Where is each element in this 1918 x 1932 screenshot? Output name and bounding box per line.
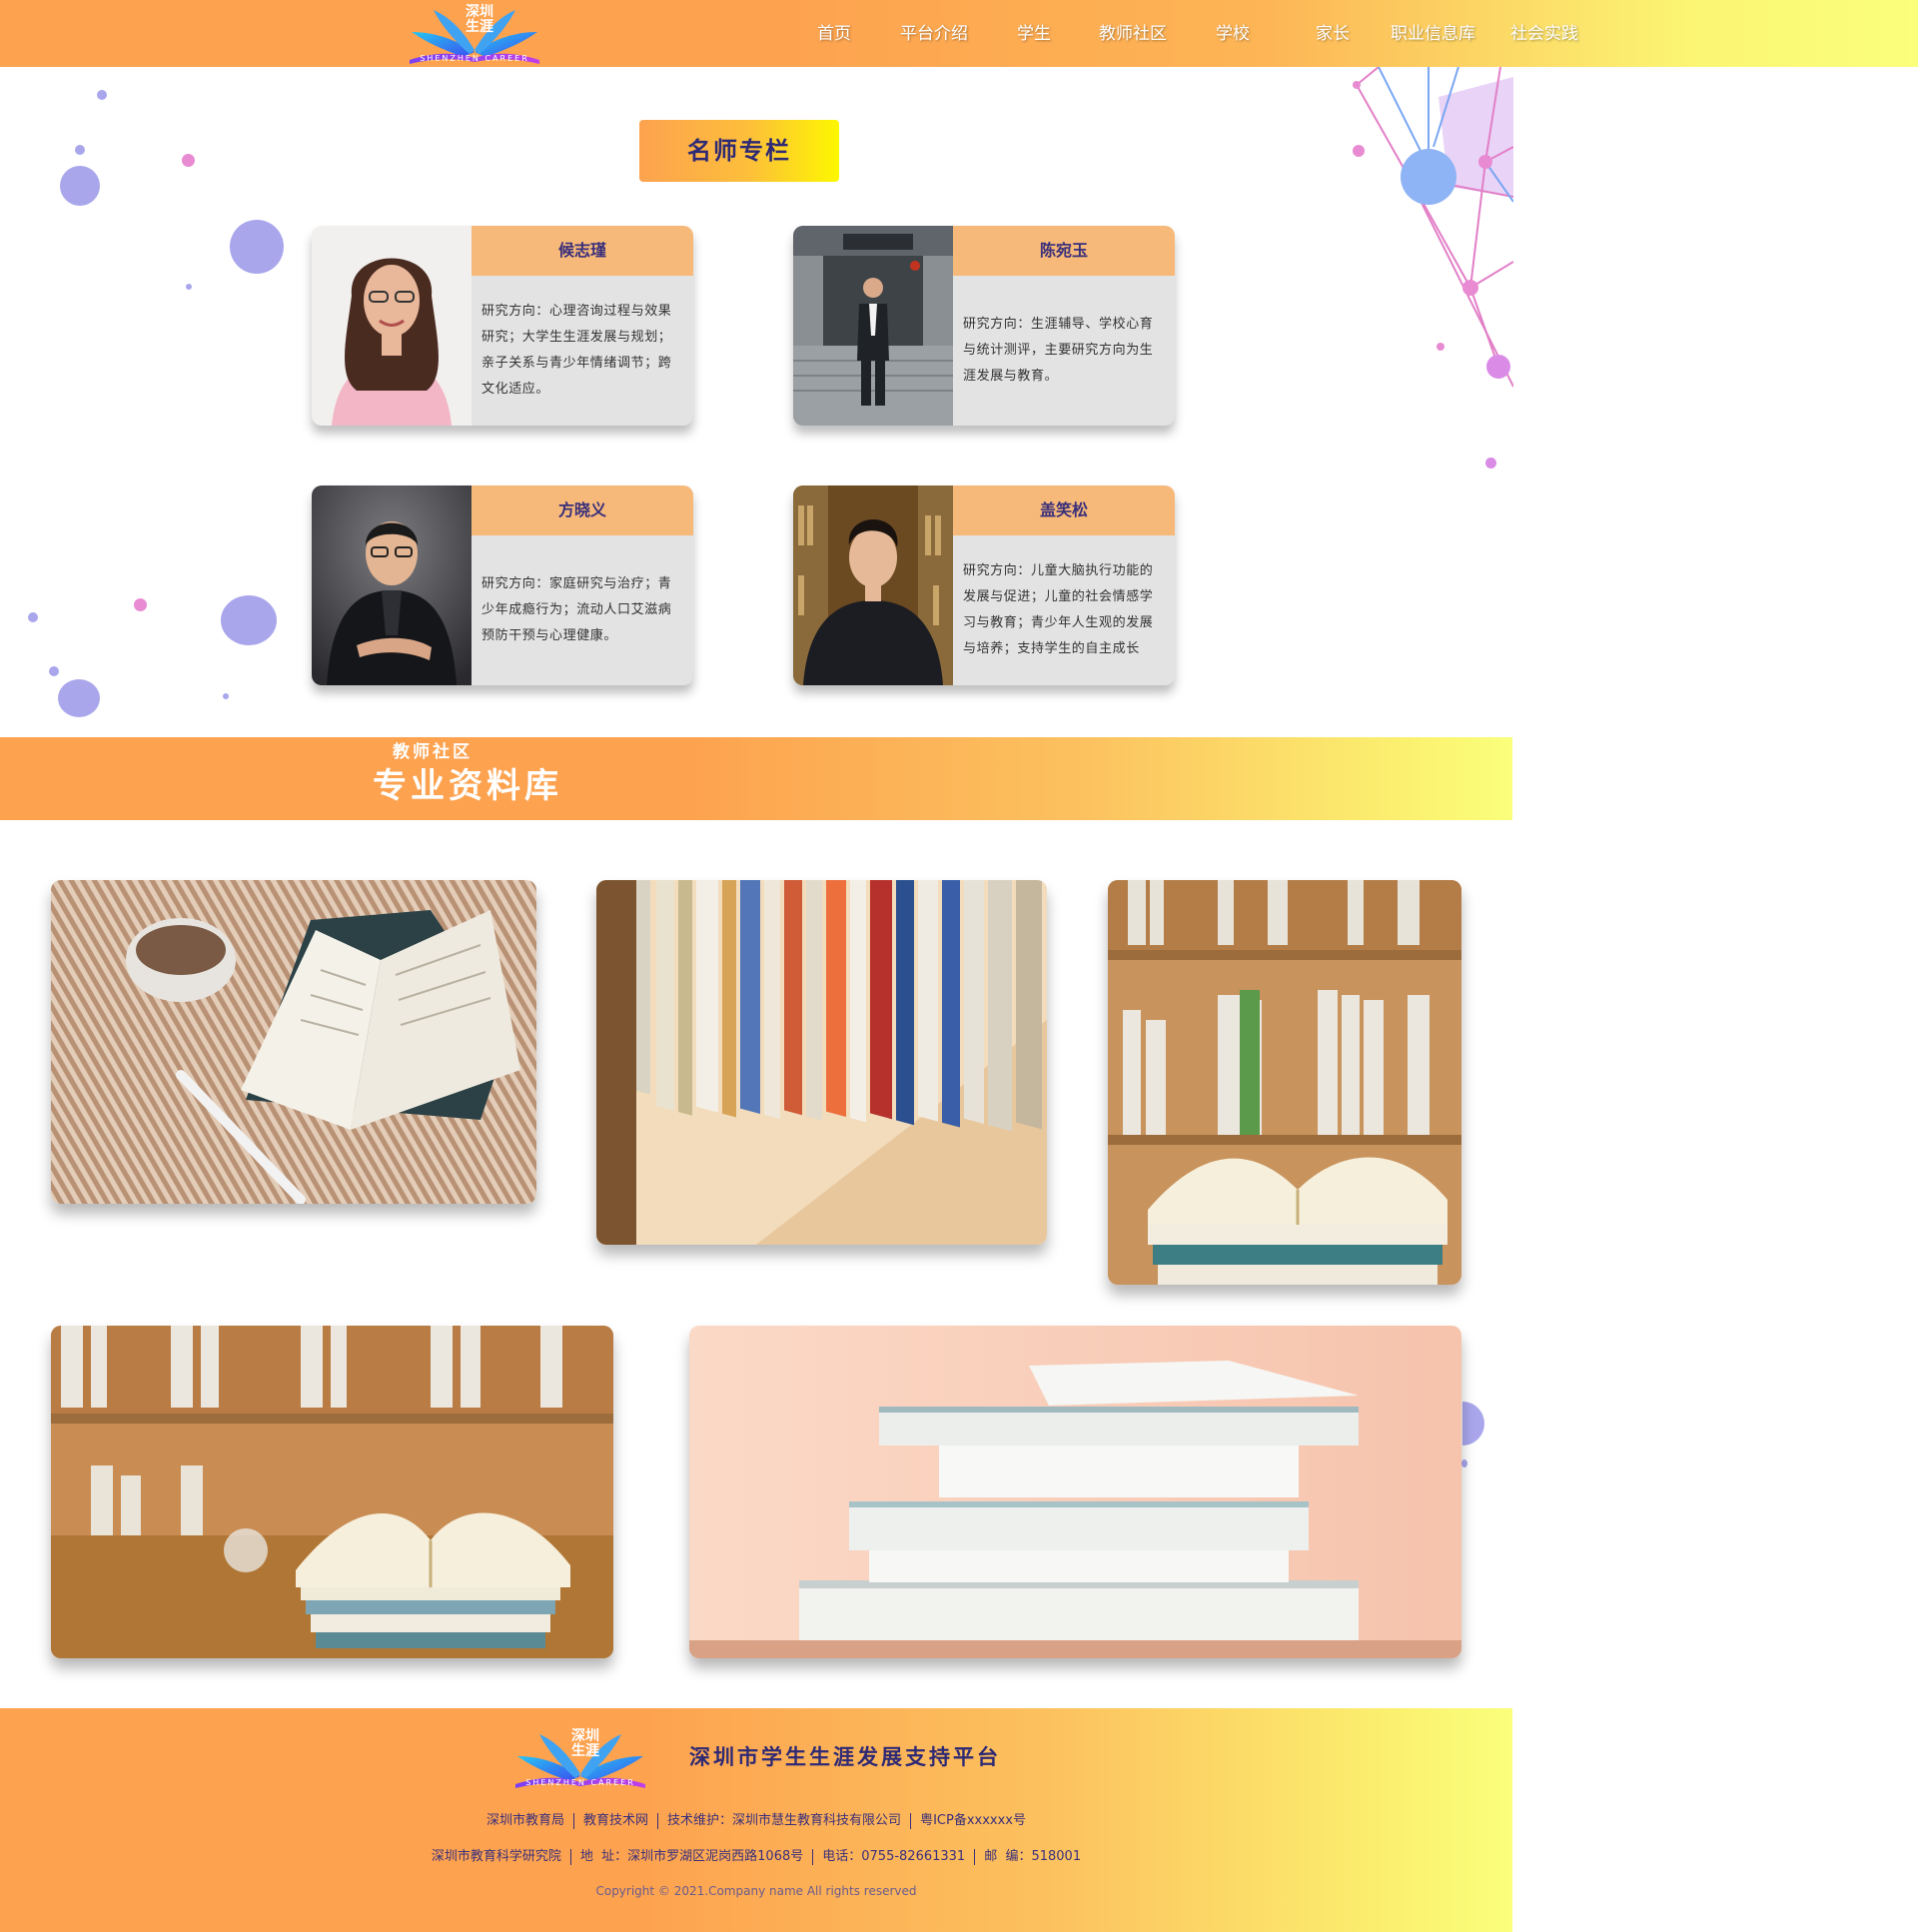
decor-bubble <box>223 693 229 699</box>
teacher-desc: 研究方向：家庭研究与治疗；青少年成瘾行为；流动人口艾滋病预防干预与心理健康。 <box>472 535 693 685</box>
footer-logo[interactable]: 深圳 生涯 SHENZHEN CAREER <box>509 1726 651 1790</box>
teacher-photo <box>793 226 953 426</box>
footer-separator <box>910 1812 912 1829</box>
decor-bubble <box>58 679 100 717</box>
decor-bubble <box>1461 1459 1467 1467</box>
library-photo[interactable] <box>51 880 536 1204</box>
decor-bubble <box>49 666 59 676</box>
teacher-desc: 研究方向：生涯辅导、学校心育与统计测评，主要研究方向为生涯发展与教育。 <box>953 276 1175 426</box>
teacher-desc-text: 研究方向：心理咨询过程与效果研究；大学生生涯发展与规划；亲子关系与青少年情绪调节… <box>481 304 672 397</box>
teacher-name: 候志瑾 <box>472 226 693 276</box>
open-book-stack-on-desk-icon <box>51 1326 613 1658</box>
teacher-photo <box>793 485 953 685</box>
site-logo[interactable]: 深圳 生涯 SHENZHEN CAREER <box>404 2 545 66</box>
portrait-woman-icon <box>312 226 472 426</box>
teacher-desc-text: 研究方向：生涯辅导、学校心育与统计测评，主要研究方向为生涯发展与教育。 <box>963 317 1154 384</box>
library-banner: 教师社区 专业资料库 <box>0 737 1512 820</box>
decor-bubble <box>97 90 107 100</box>
teacher-desc-text: 研究方向：家庭研究与治疗；青少年成瘾行为；流动人口艾滋病预防干预与心理健康。 <box>481 576 672 643</box>
open-book-with-coffee-icon <box>51 880 536 1204</box>
top-header: 深圳 生涯 SHENZHEN CAREER 首页 平台介绍 学生 教师社区 学校… <box>0 0 1918 67</box>
books-on-shelf-open-book-icon <box>1108 880 1461 1285</box>
decor-bubble <box>230 220 284 274</box>
logo-title: 深圳 生涯 <box>466 4 493 35</box>
site-footer: 深圳 生涯 SHENZHEN CAREER 深圳市学生生涯发展支持平台 深圳市教… <box>0 1708 1512 1932</box>
teacher-card[interactable]: 陈宛玉 研究方向：生涯辅导、学校心育与统计测评，主要研究方向为生涯发展与教育。 <box>793 226 1175 426</box>
footer-logo-title: 深圳 生涯 <box>571 1728 599 1759</box>
teacher-card[interactable]: 方晓义 研究方向：家庭研究与治疗；青少年成瘾行为；流动人口艾滋病预防干预与心理健… <box>312 485 693 685</box>
nav-teacher-community[interactable]: 教师社区 <box>1099 24 1167 44</box>
section-title-famous-teachers: 名师专栏 <box>639 120 839 182</box>
teacher-photo <box>312 226 472 426</box>
portrait-young-man-icon <box>793 485 953 685</box>
teacher-name: 方晓义 <box>472 485 693 535</box>
teacher-name: 盖笑松 <box>953 485 1175 535</box>
portrait-man-standing-icon <box>793 226 953 426</box>
teacher-name: 陈宛玉 <box>953 226 1175 276</box>
footer-info-row: 深圳市教育科学研究院 地 址：深圳市罗湖区泥岗西路1068号 电话：0755-826… <box>0 1847 1512 1867</box>
footer-tech-support: 技术维护：深圳市慧生教育科技有限公司 <box>667 1813 902 1828</box>
library-photo[interactable] <box>1108 880 1461 1285</box>
decor-bubble <box>182 154 195 167</box>
footer-separator <box>657 1812 659 1829</box>
stacked-books-peach-icon <box>689 1326 1461 1658</box>
library-photo[interactable] <box>596 880 1047 1245</box>
teacher-desc: 研究方向：心理咨询过程与效果研究；大学生生涯发展与规划；亲子关系与青少年情绪调节… <box>472 276 693 426</box>
banner-title: 专业资料库 <box>373 766 562 806</box>
footer-logo-subtitle: SHENZHEN CAREER <box>525 1778 635 1787</box>
footer-phone: 电话：0755-82661331 <box>822 1849 966 1864</box>
footer-links-row: 深圳市教育局 教育技术网 技术维护：深圳市慧生教育科技有限公司 粤ICP备xxxxxx… <box>0 1811 1512 1831</box>
teacher-photo <box>312 485 472 685</box>
decor-bubble <box>134 598 147 611</box>
decor-bubble <box>28 612 38 622</box>
teacher-desc: 研究方向：儿童大脑执行功能的发展与促进；儿童的社会情感学习与教育；青少年人生观的… <box>953 535 1175 685</box>
logo-subtitle: SHENZHEN CAREER <box>420 54 529 63</box>
footer-address: 地 址：深圳市罗湖区泥岗西路1068号 <box>579 1849 804 1864</box>
library-photo[interactable] <box>689 1326 1461 1658</box>
footer-title: 深圳市学生生涯发展支持平台 <box>689 1745 1001 1769</box>
nav-home[interactable]: 首页 <box>817 24 851 44</box>
decor-bubble <box>60 166 100 206</box>
footer-separator <box>812 1848 814 1865</box>
footer-icp[interactable]: 粤ICP备xxxxxx号 <box>920 1813 1026 1828</box>
decor-bubble <box>221 595 277 645</box>
nav-parents[interactable]: 家长 <box>1316 24 1350 44</box>
teacher-desc-text: 研究方向：儿童大脑执行功能的发展与促进；儿童的社会情感学习与教育；青少年人生观的… <box>963 563 1154 656</box>
banner-subtitle: 教师社区 <box>393 742 473 762</box>
teacher-card[interactable]: 盖笑松 研究方向：儿童大脑执行功能的发展与促进；儿童的社会情感学习与教育；青少年… <box>793 485 1175 685</box>
decor-bubble <box>1462 1402 1484 1446</box>
nav-career-library[interactable]: 职业信息库 <box>1391 24 1475 44</box>
decor-bubble <box>1485 458 1496 469</box>
footer-separator <box>974 1848 976 1865</box>
bookshelf-closeup-icon <box>596 880 1047 1245</box>
footer-link-edu-tech[interactable]: 教育技术网 <box>583 1813 648 1828</box>
nav-social-practice[interactable]: 社会实践 <box>1510 24 1578 44</box>
network-decoration-icon <box>1353 67 1513 388</box>
footer-postcode: 邮 编：518001 <box>984 1849 1082 1864</box>
footer-separator <box>569 1848 571 1865</box>
decor-bubble <box>186 284 192 290</box>
nav-students[interactable]: 学生 <box>1017 24 1051 44</box>
library-photo[interactable] <box>51 1326 613 1658</box>
nav-school[interactable]: 学校 <box>1216 24 1250 44</box>
portrait-man-seated-icon <box>312 485 472 685</box>
teacher-card[interactable]: 候志瑾 研究方向：心理咨询过程与效果研究；大学生生涯发展与规划；亲子关系与青少年… <box>312 226 693 426</box>
footer-copyright: Copyright © 2021.Company name All rights… <box>595 1884 917 1898</box>
decor-bubble <box>75 145 85 155</box>
footer-separator <box>573 1812 575 1829</box>
footer-institute: 深圳市教育科学研究院 <box>431 1849 561 1864</box>
footer-link-edu-bureau[interactable]: 深圳市教育局 <box>486 1813 564 1828</box>
nav-platform-intro[interactable]: 平台介绍 <box>900 24 968 44</box>
